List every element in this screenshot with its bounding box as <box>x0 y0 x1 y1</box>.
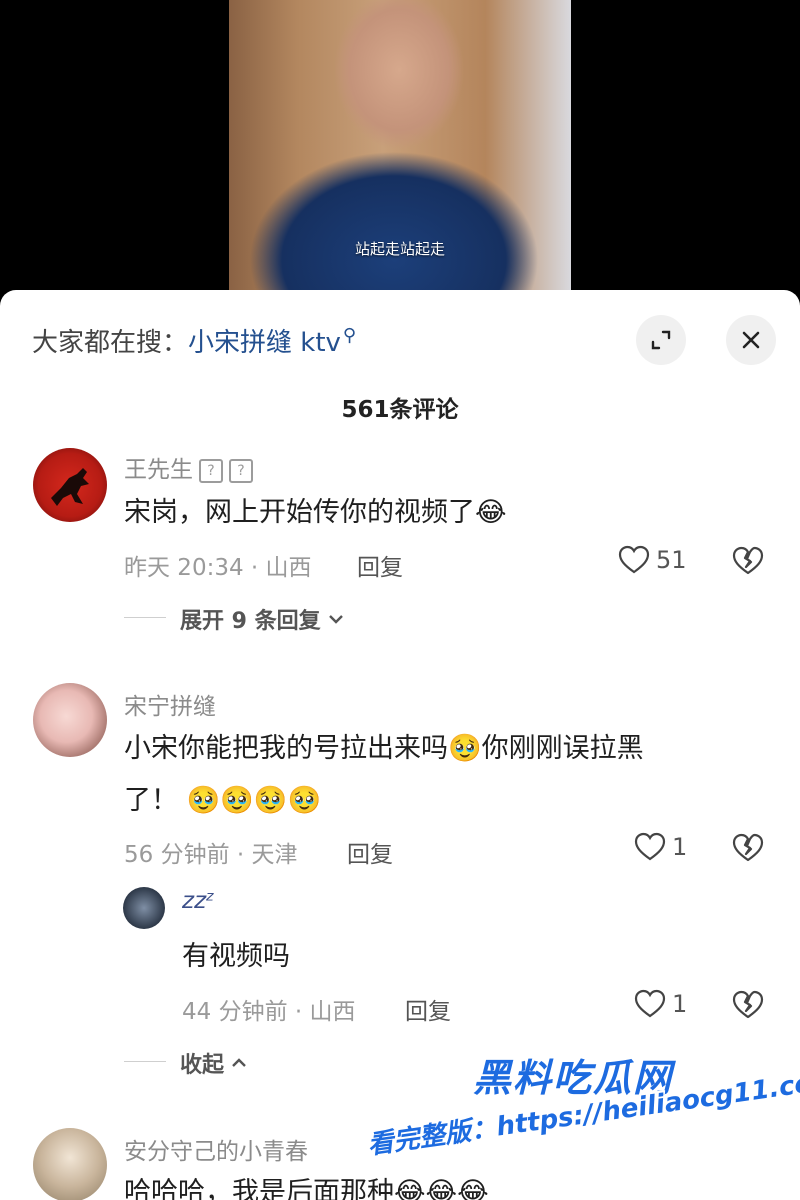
heart-icon <box>634 832 666 861</box>
expand-replies-label: 展开 9 条回复 <box>180 609 321 634</box>
heart-icon <box>634 989 666 1018</box>
comment-author-name[interactable]: 王先生 <box>124 457 193 483</box>
comment-meta: 56 分钟前 · 天津 <box>124 842 298 868</box>
chevron-down-icon <box>328 615 343 624</box>
reply-button[interactable]: 回复 <box>357 548 403 582</box>
dislike-button[interactable] <box>732 833 764 867</box>
search-icon: ⚲ <box>342 325 357 347</box>
avatar[interactable] <box>123 887 165 929</box>
trending-search-term[interactable]: 小宋拼缝 ktv <box>188 328 341 358</box>
like-count: 51 <box>656 546 687 574</box>
video-player[interactable]: 站起走站起走 <box>0 0 800 300</box>
avatar[interactable] <box>33 1128 107 1200</box>
dislike-button[interactable] <box>732 990 764 1024</box>
collapse-replies-label: 收起 <box>180 1053 225 1078</box>
comment-author[interactable]: 王先生?? <box>124 450 253 484</box>
like-button[interactable]: 1 <box>634 989 687 1019</box>
broken-heart-icon <box>732 546 764 575</box>
comments-count: 561条评论 <box>341 397 459 423</box>
broken-heart-icon <box>732 833 764 862</box>
broken-heart-icon <box>732 990 764 1019</box>
comment-text-body: 宋岗，网上开始传你的视频了 <box>124 497 475 528</box>
trending-search[interactable]: 大家都在搜：小宋拼缝 ktv ⚲ <box>32 322 356 359</box>
comment-meta: 昨天 20:34 · 山西 <box>124 555 312 581</box>
reply-button[interactable]: 回复 <box>347 835 393 869</box>
comment-text: 宋岗，网上开始传你的视频了😂 <box>124 486 507 540</box>
reply-meta: 44 分钟前 · 山西 <box>182 999 356 1025</box>
reply-text: 有视频吗 <box>182 941 290 972</box>
trending-search-prefix: 大家都在搜： <box>32 328 189 358</box>
divider <box>124 617 166 618</box>
comment-text: 小宋你能把我的号拉出来吗🥹你刚刚误拉黑 <box>124 722 644 776</box>
comment-text-body: 哈哈哈，我是后面那种 <box>124 1177 394 1200</box>
comment-text-body: 了！ <box>124 785 178 816</box>
pleading-emoji: 🥹 <box>448 733 482 764</box>
avatar[interactable] <box>33 683 107 757</box>
horse-icon <box>51 468 89 506</box>
comment-text: 哈哈哈，我是后面那种😂😂😂 <box>124 1166 489 1200</box>
comments-sheet: 大家都在搜：小宋拼缝 ktv ⚲ 561条评论 王先生?? 宋岗，网上开始传你的视… <box>0 290 800 1200</box>
laughing-tears-emoji: 😂 <box>475 497 507 528</box>
video-subtitle: 站起走站起走 <box>354 240 445 258</box>
like-button[interactable]: 51 <box>618 545 687 575</box>
divider <box>124 1061 166 1062</box>
expand-replies-button[interactable]: 展开 9 条回复 <box>180 603 345 635</box>
pleading-emoji: 🥹🥹🥹🥹 <box>186 785 322 816</box>
laughing-tears-emoji: 😂😂😂 <box>394 1177 489 1200</box>
comment-text-body: 小宋你能把我的号拉出来吗 <box>124 733 448 764</box>
like-count: 1 <box>672 990 688 1018</box>
collapse-replies-button[interactable]: 收起 <box>180 1047 248 1079</box>
close-button[interactable] <box>726 315 776 365</box>
comment-text-body: 你刚刚误拉黑 <box>481 733 644 764</box>
expand-icon <box>651 330 671 350</box>
close-icon <box>742 331 760 349</box>
comment-author[interactable]: 宋宁拼缝 <box>124 687 216 721</box>
user-badge-icon: ? <box>229 458 253 483</box>
reply-author[interactable]: zzᶻ <box>182 888 215 914</box>
chevron-up-icon <box>232 1058 246 1067</box>
expand-button[interactable] <box>636 315 686 365</box>
like-button[interactable]: 1 <box>634 832 687 862</box>
user-badge-icon: ? <box>199 458 223 483</box>
video-frame: 站起走站起走 <box>229 0 571 295</box>
comment-author[interactable]: 安分守己的小青春 <box>124 1132 308 1166</box>
like-count: 1 <box>672 833 688 861</box>
comment-text-line2: 了！ 🥹🥹🥹🥹 <box>124 774 321 828</box>
heart-icon <box>618 545 650 574</box>
reply-button[interactable]: 回复 <box>405 992 451 1026</box>
dislike-button[interactable] <box>732 546 764 580</box>
avatar[interactable] <box>33 448 107 522</box>
